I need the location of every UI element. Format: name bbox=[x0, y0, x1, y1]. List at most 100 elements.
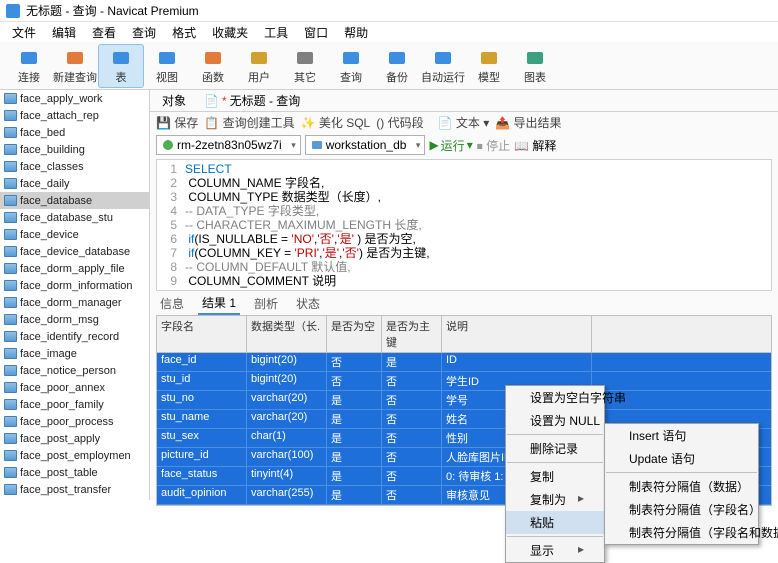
server-select[interactable]: rm-2zetn83n05wz7i bbox=[156, 135, 301, 155]
sidebar-item[interactable]: face_post_employmen bbox=[0, 447, 149, 464]
table-icon bbox=[4, 144, 17, 155]
run-button[interactable]: ▶ 运行 ▾ bbox=[429, 137, 472, 154]
sidebar-item[interactable]: face_post_table bbox=[0, 464, 149, 481]
sidebar[interactable]: face_apply_workface_attach_repface_bedfa… bbox=[0, 90, 150, 500]
stop-button: ⏹ 停止 bbox=[477, 137, 510, 154]
text-button[interactable]: 📄 文本 ▾ bbox=[438, 114, 490, 131]
tab-profile[interactable]: 剖析 bbox=[250, 293, 282, 314]
menu-item[interactable]: 制表符分隔值（字段名） bbox=[605, 498, 758, 521]
menubar: 文件编辑查看查询格式收藏夹工具窗口帮助 bbox=[0, 22, 778, 42]
beautify-button[interactable]: ✨ 美化 SQL bbox=[301, 114, 371, 131]
menu-item[interactable]: 帮助 bbox=[338, 22, 374, 43]
toolbar-图表[interactable]: 图表 bbox=[512, 44, 558, 88]
toolbar-函数[interactable]: 函数 bbox=[190, 44, 236, 88]
sidebar-item[interactable]: face_dorm_msg bbox=[0, 311, 149, 328]
explain-button[interactable]: 📖 解释 bbox=[514, 137, 556, 154]
sidebar-item[interactable]: face_device_database bbox=[0, 243, 149, 260]
table-icon bbox=[4, 433, 17, 444]
code-snippet-button[interactable]: () 代码段 bbox=[376, 114, 423, 131]
tab-status[interactable]: 状态 bbox=[292, 293, 324, 314]
table-icon bbox=[4, 263, 17, 274]
menu-item[interactable]: 编辑 bbox=[46, 22, 82, 43]
table-row[interactable]: stu_novarchar(20)是否学号 bbox=[157, 391, 771, 410]
menu-item[interactable]: 粘贴 bbox=[506, 511, 604, 534]
sidebar-item[interactable]: face_poor_process bbox=[0, 413, 149, 430]
sidebar-item[interactable]: face_dorm_information bbox=[0, 277, 149, 294]
table-icon bbox=[4, 331, 17, 342]
app-icon bbox=[6, 4, 20, 18]
export-button[interactable]: 📤 导出结果 bbox=[495, 114, 561, 131]
toolbar-模型[interactable]: 模型 bbox=[466, 44, 512, 88]
toolbar-表[interactable]: 表 bbox=[98, 44, 144, 88]
toolbar-其它[interactable]: 其它 bbox=[282, 44, 328, 88]
menu-item[interactable]: 文件 bbox=[6, 22, 42, 43]
table-icon bbox=[4, 161, 17, 172]
sidebar-item[interactable]: face_attach_rep bbox=[0, 107, 149, 124]
save-button[interactable]: 💾 保存 bbox=[156, 114, 198, 131]
table-row[interactable]: face_idbigint(20)否是ID bbox=[157, 353, 771, 372]
table-icon bbox=[4, 178, 17, 189]
table-icon bbox=[4, 365, 17, 376]
sidebar-item[interactable]: face_post_apply bbox=[0, 430, 149, 447]
menu-item[interactable]: 显示 bbox=[506, 539, 604, 562]
toolbar-查询[interactable]: 查询 bbox=[328, 44, 374, 88]
menu-item[interactable]: Update 语句 bbox=[605, 447, 758, 470]
toolbar: 连接新建查询表视图函数用户其它查询备份自动运行模型图表 bbox=[0, 42, 778, 90]
toolbar-连接[interactable]: 连接 bbox=[6, 44, 52, 88]
sidebar-item[interactable]: face_dorm_apply_file bbox=[0, 260, 149, 277]
sidebar-item[interactable]: face_apply_work bbox=[0, 90, 149, 107]
menu-item[interactable]: Insert 语句 bbox=[605, 424, 758, 447]
database-select[interactable]: workstation_db bbox=[305, 135, 426, 155]
menu-item[interactable]: 查看 bbox=[86, 22, 122, 43]
menu-item[interactable]: 窗口 bbox=[298, 22, 334, 43]
tab-info[interactable]: 信息 bbox=[156, 293, 188, 314]
titlebar: 无标题 - 查询 - Navicat Premium bbox=[0, 0, 778, 22]
tab-query[interactable]: 📄 *无标题 - 查询 bbox=[198, 90, 306, 111]
sidebar-item[interactable]: face_building bbox=[0, 141, 149, 158]
table-icon bbox=[4, 127, 17, 138]
result-tabs: 信息 结果 1 剖析 状态 bbox=[150, 293, 778, 313]
sidebar-item[interactable]: face_image bbox=[0, 345, 149, 362]
table-icon bbox=[4, 484, 17, 495]
sidebar-item[interactable]: face_notice_person bbox=[0, 362, 149, 379]
tab-objects[interactable]: 对象 bbox=[156, 90, 192, 111]
context-menu[interactable]: 设置为空白字符串设置为 NULL删除记录复制复制为粘贴显示 bbox=[505, 385, 605, 563]
sidebar-item[interactable]: face_dorm_manager bbox=[0, 294, 149, 311]
table-icon bbox=[4, 229, 17, 240]
query-tool-button[interactable]: 📋 查询创建工具 bbox=[204, 114, 294, 131]
toolbar-用户[interactable]: 用户 bbox=[236, 44, 282, 88]
table-row[interactable]: stu_idbigint(20)否否学生ID bbox=[157, 372, 771, 391]
sidebar-item[interactable]: face_poor_family bbox=[0, 396, 149, 413]
menu-item[interactable]: 制表符分隔值（字段名和数据） bbox=[605, 521, 758, 544]
sidebar-item[interactable]: face_identify_record bbox=[0, 328, 149, 345]
menu-item[interactable]: 查询 bbox=[126, 22, 162, 43]
menu-item[interactable]: 收藏夹 bbox=[206, 22, 254, 43]
table-icon bbox=[4, 110, 17, 121]
toolbar-备份[interactable]: 备份 bbox=[374, 44, 420, 88]
table-icon bbox=[4, 382, 17, 393]
sidebar-item[interactable]: face_daily bbox=[0, 175, 149, 192]
menu-item[interactable]: 复制 bbox=[506, 465, 604, 488]
tab-result[interactable]: 结果 1 bbox=[198, 292, 240, 315]
menu-item[interactable]: 设置为 NULL bbox=[506, 409, 604, 432]
toolbar-新建查询[interactable]: 新建查询 bbox=[52, 44, 98, 88]
context-submenu[interactable]: Insert 语句Update 语句制表符分隔值（数据）制表符分隔值（字段名）制… bbox=[604, 423, 759, 545]
sidebar-item[interactable]: face_database bbox=[0, 192, 149, 209]
menu-item[interactable]: 格式 bbox=[166, 22, 202, 43]
table-icon bbox=[4, 314, 17, 325]
sidebar-item[interactable]: face_device bbox=[0, 226, 149, 243]
menu-item[interactable]: 工具 bbox=[258, 22, 294, 43]
sidebar-item[interactable]: face_bed bbox=[0, 124, 149, 141]
sidebar-item[interactable]: face_classes bbox=[0, 158, 149, 175]
toolbar-视图[interactable]: 视图 bbox=[144, 44, 190, 88]
menu-item[interactable]: 制表符分隔值（数据） bbox=[605, 475, 758, 498]
table-icon bbox=[4, 246, 17, 257]
sql-editor[interactable]: 1SELECT2 COLUMN_NAME 字段名,3 COLUMN_TYPE 数… bbox=[156, 159, 772, 291]
sidebar-item[interactable]: face_poor_annex bbox=[0, 379, 149, 396]
table-icon bbox=[4, 450, 17, 461]
sidebar-item[interactable]: face_database_stu bbox=[0, 209, 149, 226]
menu-item[interactable]: 删除记录 bbox=[506, 437, 604, 460]
sidebar-item[interactable]: face_post_transfer bbox=[0, 481, 149, 498]
menu-item[interactable]: 设置为空白字符串 bbox=[506, 386, 604, 409]
toolbar-自动运行[interactable]: 自动运行 bbox=[420, 44, 466, 88]
